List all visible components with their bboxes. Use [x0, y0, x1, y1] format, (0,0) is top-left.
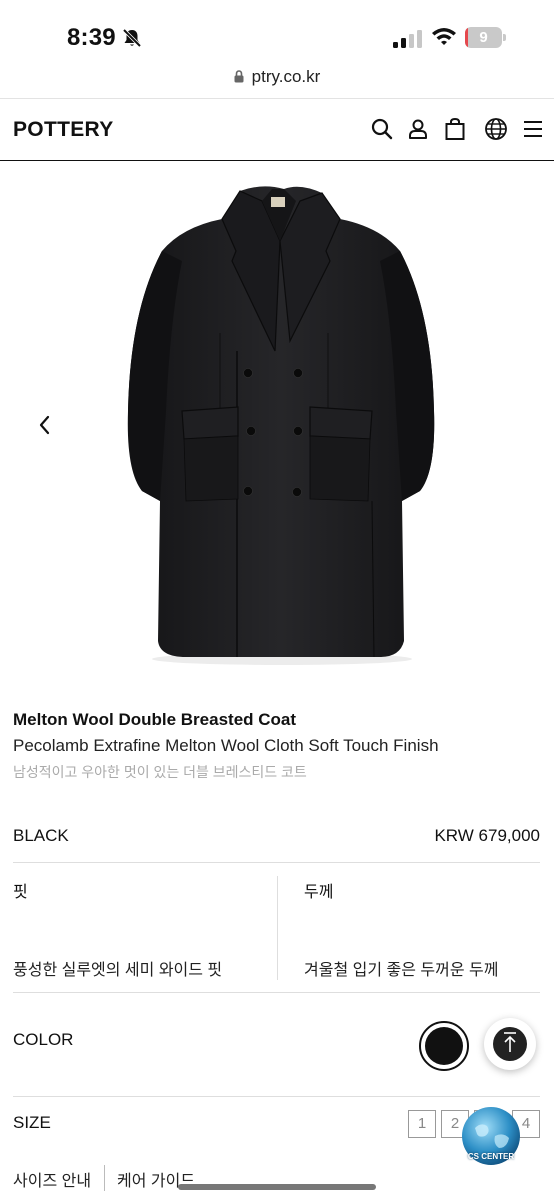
chevron-left-icon[interactable] [36, 414, 54, 436]
spec-thickness-value: 겨울철 입기 좋은 두꺼운 두께 [304, 962, 499, 979]
search-icon[interactable] [370, 117, 394, 141]
product-description: 남성적이고 우아한 멋이 있는 더블 브레스티드 코트 [13, 764, 307, 780]
wifi-icon [432, 28, 456, 45]
battery-icon: 9 [465, 27, 507, 48]
status-time: 8:39 [67, 24, 116, 51]
spec-thickness-label: 두께 [304, 884, 334, 901]
site-header: POTTERY [0, 99, 554, 161]
cs-center-label: CS CENTER [467, 1152, 515, 1161]
lock-icon [234, 70, 244, 83]
spec-divider [277, 876, 278, 980]
url-bar[interactable]: ptry.co.kr [0, 67, 554, 91]
bottom-separator [104, 1165, 105, 1191]
menu-icon[interactable] [521, 117, 545, 141]
spec-fit-label: 핏 [13, 884, 28, 901]
bag-icon[interactable] [443, 117, 467, 141]
scroll-top-button[interactable] [484, 1018, 536, 1070]
home-indicator[interactable] [178, 1184, 376, 1190]
divider [13, 1096, 540, 1097]
product-image[interactable] [0, 161, 554, 681]
status-bar: 8:39 9 [0, 0, 554, 70]
color-name: BLACK [13, 826, 69, 845]
arrow-up-icon [504, 1032, 516, 1052]
logo[interactable]: POTTERY [13, 118, 114, 142]
battery-level: 9 [479, 29, 488, 46]
color-swatch-black[interactable] [419, 1021, 469, 1071]
size-option-1[interactable]: 1 [408, 1110, 436, 1138]
user-icon[interactable] [406, 117, 430, 141]
divider [13, 992, 540, 993]
price: KRW 679,000 [434, 826, 540, 845]
product-title: Melton Wool Double Breasted Coat [13, 710, 297, 729]
signal-icon [393, 30, 422, 48]
url-text: ptry.co.kr [251, 67, 321, 86]
divider [13, 862, 540, 863]
color-label: COLOR [13, 1030, 74, 1049]
size-label: SIZE [13, 1113, 51, 1132]
spec-fit-value: 풍성한 실루엣의 세미 와이드 핏 [13, 962, 223, 979]
bell-off-icon [122, 28, 142, 48]
product-subtitle: Pecolamb Extrafine Melton Wool Cloth Sof… [13, 736, 439, 755]
globe-icon[interactable] [484, 117, 508, 141]
size-guide-link[interactable]: 사이즈 안내 [13, 1167, 91, 1191]
